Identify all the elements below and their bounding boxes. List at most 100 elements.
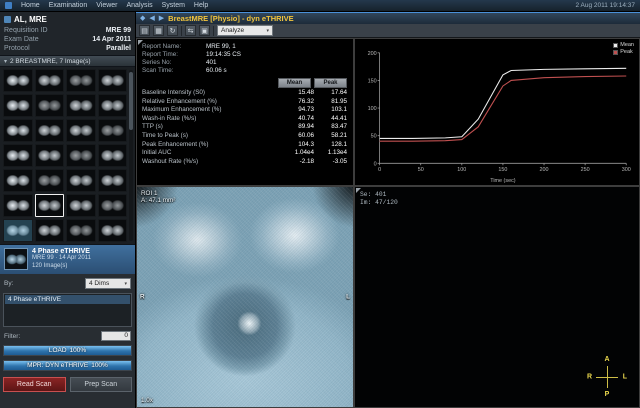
svg-text:150: 150 <box>368 78 377 84</box>
chevron-down-icon: ▾ <box>266 28 269 34</box>
series-thumbnail[interactable] <box>35 144 65 167</box>
folder-icon[interactable]: ▣ <box>199 25 210 36</box>
refresh-icon[interactable]: ↻ <box>167 25 178 36</box>
compass-anterior: A <box>604 356 609 363</box>
stats-row: Peak Enhancement (%)104.3128.1 <box>142 141 347 150</box>
patient-name: AL, MRE <box>14 15 47 24</box>
back-icon[interactable]: ◀ <box>149 15 154 22</box>
menu-item-analysis[interactable]: Analysis <box>127 2 153 9</box>
series-thumbnail[interactable] <box>3 94 33 117</box>
viewport-grid: Report Name:MRE 99, 1Report Time:19:14:3… <box>136 38 640 408</box>
series-thumbnail[interactable] <box>66 169 96 192</box>
series-thumbnail[interactable] <box>66 219 96 242</box>
chart-legend: MeanPeak <box>613 42 634 55</box>
series-thumbnail[interactable] <box>3 144 33 167</box>
selected-series-panel[interactable]: 4 Phase eTHRIVE MRE 99 · 14 Apr 2011 120… <box>0 244 135 274</box>
analyze-combo[interactable]: Analyze ▾ <box>217 25 273 36</box>
series-thumbnail[interactable] <box>98 194 128 217</box>
series-thumbnail[interactable] <box>35 194 65 217</box>
series-thumbnail[interactable] <box>98 69 128 92</box>
legend-item: Peak <box>613 49 634 55</box>
compare-icon[interactable]: ⇆ <box>185 25 196 36</box>
sidebar: AL, MRE Requisition IDMRE 99Exam Date14 … <box>0 12 136 408</box>
toolbar-separator <box>213 26 214 36</box>
window-titlebar[interactable]: ◆ ◀ ▶ BreastMRE [Physio] - dyn eTHRIVE <box>136 12 640 24</box>
series-thumbnail[interactable] <box>3 69 33 92</box>
filter-input[interactable]: 0 <box>101 331 131 341</box>
load-progress-label: LOAD <box>49 347 67 354</box>
series-group-header[interactable]: ▾ 2 BREASTMRE, 7 Image(s) <box>0 55 135 67</box>
series-thumbnail[interactable] <box>35 219 65 242</box>
stats-table: Baseline Intensity (S0)15.4817.64Relativ… <box>137 89 353 166</box>
menu-item-help[interactable]: Help <box>194 2 208 9</box>
series-thumbnail[interactable] <box>98 219 128 242</box>
layout-icon[interactable]: ▦ <box>153 25 164 36</box>
menu-item-examination[interactable]: Examination <box>49 2 88 9</box>
series-thumbnail[interactable] <box>35 119 65 142</box>
series-thumbnail[interactable] <box>3 169 33 192</box>
prep-scan-button[interactable]: Prep Scan <box>70 377 133 392</box>
mpr-progress-bar: MPR: DYN eTHRIVE 100% <box>3 360 132 371</box>
scan-controls: By: 4 Dims ▾ 4 Phase eTHRIVE Filter: 0 L… <box>0 274 135 408</box>
analyze-combo-value: Analyze <box>221 27 244 34</box>
analysis-window: ◆ ◀ ▶ BreastMRE [Physio] - dyn eTHRIVE ▤… <box>136 12 640 408</box>
menu-item-system[interactable]: System <box>162 2 185 9</box>
mpr-progress-label: MPR: DYN eTHRIVE <box>27 362 88 369</box>
series-thumbnail[interactable] <box>35 69 65 92</box>
chevron-down-icon: ▾ <box>4 58 7 65</box>
patient-field: Requisition IDMRE 99 <box>4 26 131 35</box>
series-thumbnail[interactable] <box>66 144 96 167</box>
series-thumbnail[interactable] <box>66 194 96 217</box>
forward-icon[interactable]: ▶ <box>159 15 164 22</box>
menubar-items: Home Examination Viewer Analysis System Help <box>21 2 208 9</box>
report-info-row: Scan Time:60.06 s <box>142 67 348 75</box>
save-icon[interactable]: ▤ <box>139 25 150 36</box>
svg-text:100: 100 <box>457 167 466 173</box>
menu-item-home[interactable]: Home <box>21 2 40 9</box>
image-viewport[interactable]: ROI 1 A: 47.1 mm² 1.0x R L <box>136 186 354 408</box>
filter-label: Filter: <box>4 333 20 340</box>
series-overlay: Se: 401 <box>360 191 398 199</box>
svg-text:250: 250 <box>581 167 590 173</box>
thumbnail-scrollbar[interactable] <box>129 70 133 241</box>
roi-overlay-label: ROI 1 <box>141 190 175 197</box>
series-thumbnail[interactable] <box>66 119 96 142</box>
secondary-viewport[interactable]: Se: 401 Im: 47/120 A P R L <box>354 186 640 408</box>
thumbnail-area <box>0 67 135 244</box>
load-progress-percent: 100% <box>70 347 87 354</box>
read-scan-button[interactable]: Read Scan <box>3 377 66 392</box>
svg-text:100: 100 <box>368 106 377 112</box>
series-thumbnail[interactable] <box>35 169 65 192</box>
report-info-row: Series No:401 <box>142 59 348 67</box>
stats-row: Time to Peak (s)60.0658.21 <box>142 132 347 141</box>
scrollbar-thumb[interactable] <box>129 72 133 130</box>
by-label: By: <box>4 280 13 287</box>
selected-series-title: 4 Phase eTHRIVE <box>32 248 91 255</box>
series-thumbnail[interactable] <box>66 69 96 92</box>
chevron-down-icon: ▾ <box>124 281 127 287</box>
mri-image <box>137 187 353 407</box>
menu-item-viewer[interactable]: Viewer <box>96 2 117 9</box>
window-toolbar: ▤ ▦ ↻ ⇆ ▣ Analyze ▾ <box>136 24 640 38</box>
stats-row: Baseline Intensity (S0)15.4817.64 <box>142 89 347 98</box>
series-listbox[interactable]: 4 Phase eTHRIVE <box>3 293 132 327</box>
stats-row: Relative Enhancement (%)76.3281.95 <box>142 98 347 107</box>
dims-dropdown[interactable]: 4 Dims ▾ <box>85 278 131 289</box>
series-thumbnail[interactable] <box>35 94 65 117</box>
series-thumbnail[interactable] <box>66 94 96 117</box>
svg-text:Time (sec): Time (sec) <box>490 178 516 184</box>
listbox-item[interactable]: 4 Phase eTHRIVE <box>5 295 130 304</box>
dims-dropdown-value: 4 Dims <box>89 280 109 287</box>
report-info-row: Report Time:19:14:35 CS <box>142 51 348 59</box>
column-header-button[interactable]: Peak <box>314 78 347 88</box>
patient-info-panel: AL, MRE Requisition IDMRE 99Exam Date14 … <box>0 12 135 55</box>
stats-row: Initial AUC1.04e41.13e4 <box>142 149 347 158</box>
series-thumbnail[interactable] <box>3 219 33 242</box>
column-header-button[interactable]: Mean <box>278 78 311 88</box>
series-thumbnail[interactable] <box>98 169 128 192</box>
series-thumbnail[interactable] <box>98 144 128 167</box>
series-thumbnail[interactable] <box>98 119 128 142</box>
series-thumbnail[interactable] <box>3 194 33 217</box>
series-thumbnail[interactable] <box>98 94 128 117</box>
series-thumbnail[interactable] <box>3 119 33 142</box>
